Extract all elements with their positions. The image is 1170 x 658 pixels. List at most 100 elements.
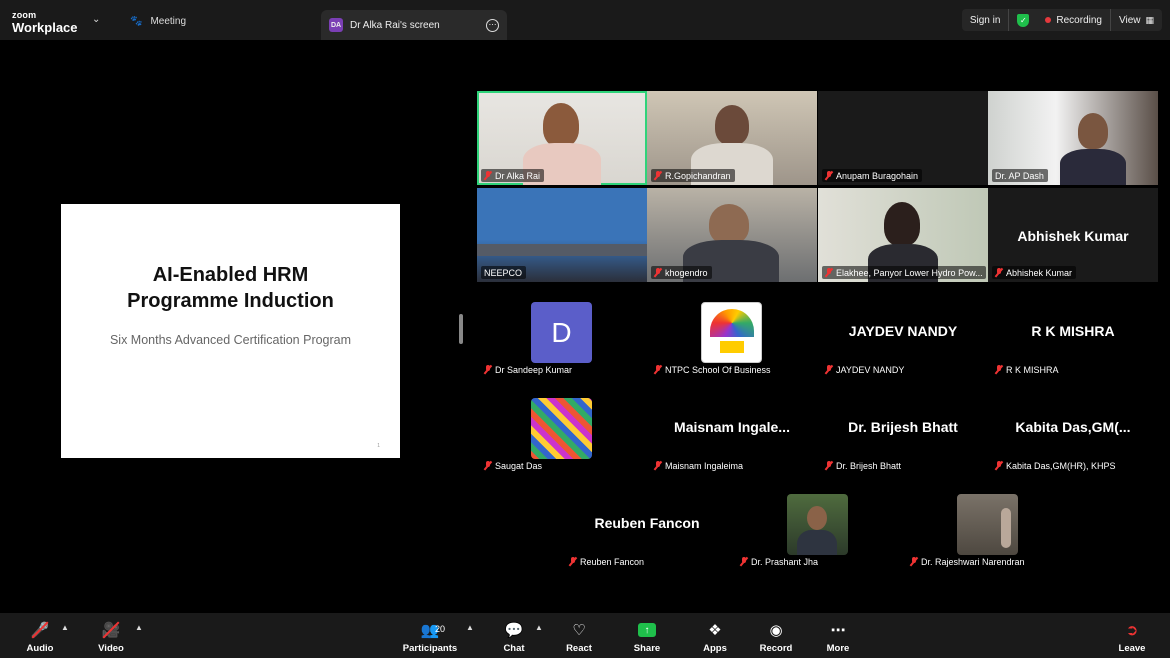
- participant-display-name: JAYDEV NANDY: [848, 323, 958, 339]
- participant-name-tag: JAYDEV NANDY: [822, 363, 909, 376]
- more-dots-icon: ⋯: [830, 622, 846, 639]
- mic-off-icon: [484, 461, 492, 470]
- participant-tile[interactable]: NTPC School Of Business: [647, 285, 817, 379]
- mic-off-icon: [995, 365, 1003, 374]
- chat-options-caret-icon[interactable]: ▲: [535, 623, 543, 632]
- participant-name: Maisnam Ingaleima: [665, 460, 744, 471]
- participant-tile[interactable]: Dr. Prashant Jha: [733, 477, 903, 571]
- audio-options-caret-icon[interactable]: ▲: [61, 623, 69, 632]
- react-button[interactable]: ♡ React: [549, 619, 609, 657]
- mic-off-icon: [825, 365, 833, 374]
- share-screen-icon: ↑: [638, 619, 656, 641]
- paw-icon: 🐾: [130, 15, 143, 27]
- video-feed: [1078, 113, 1108, 149]
- participant-tile[interactable]: Reuben Fancon Reuben Fancon: [562, 477, 732, 571]
- chevron-down-icon[interactable]: ⌄: [92, 14, 100, 25]
- participant-tile[interactable]: JAYDEV NANDY JAYDEV NANDY: [818, 285, 988, 379]
- participant-name: R.Gopichandran: [665, 170, 731, 181]
- leave-door-icon: ➲: [1125, 622, 1139, 639]
- shared-screen[interactable]: AI-Enabled HRM Programme Induction Six M…: [5, 204, 457, 458]
- participant-name: Kabita Das,GM(HR), KHPS: [1006, 460, 1116, 471]
- participant-name: NEEPCO: [484, 267, 523, 278]
- participant-tile[interactable]: Dr. Rajeshwari Narendran: [903, 477, 1073, 571]
- participant-tile[interactable]: Anupam Buragohain: [818, 91, 988, 185]
- participant-display-name: Kabita Das,GM(...: [1015, 419, 1131, 435]
- participant-name: Abhishek Kumar: [1006, 267, 1073, 278]
- top-bar: zoom Workplace ⌄ 🐾 Meeting DA Dr Alka Ra…: [0, 0, 1170, 40]
- participant-name: Dr. Rajeshwari Narendran: [921, 556, 1025, 567]
- record-label: Record: [759, 643, 793, 654]
- participant-tile[interactable]: khogendro: [647, 188, 817, 282]
- participant-tile[interactable]: Abhishek Kumar Abhishek Kumar: [988, 188, 1158, 282]
- video-feed: [709, 204, 749, 244]
- video-button[interactable]: 🎥 Video: [81, 619, 141, 657]
- audio-label: Audio: [26, 643, 54, 654]
- participant-name-tag: Reuben Fancon: [566, 555, 649, 568]
- participant-name-tag: Saugat Das: [481, 459, 547, 472]
- participant-name: Saugat Das: [495, 460, 543, 471]
- mic-off-icon: [995, 461, 1003, 470]
- participant-name-tag: Elakhee, Panyor Lower Hydro Pow...: [822, 266, 986, 279]
- more-button[interactable]: ⋯ More: [808, 619, 868, 657]
- participant-tile[interactable]: Saugat Das: [477, 381, 647, 475]
- more-label: More: [826, 643, 850, 654]
- participant-name-tag: Kabita Das,GM(HR), KHPS: [992, 459, 1120, 472]
- mic-off-icon: [654, 171, 662, 180]
- video-label: Video: [98, 643, 124, 654]
- video-feed: [477, 244, 647, 256]
- participant-tile[interactable]: NEEPCO: [477, 188, 647, 282]
- participant-tile[interactable]: D Dr Sandeep Kumar: [477, 285, 647, 379]
- resize-handle[interactable]: [459, 314, 463, 344]
- participant-name: Reuben Fancon: [580, 556, 645, 567]
- chat-label: Chat: [503, 643, 525, 654]
- participant-name-tag: Dr. AP Dash: [992, 169, 1048, 182]
- participant-tile[interactable]: Dr. AP Dash: [988, 91, 1158, 185]
- participant-tile[interactable]: Elakhee, Panyor Lower Hydro Pow...: [818, 188, 988, 282]
- recording-label: Recording: [1056, 14, 1102, 26]
- sign-in-button[interactable]: Sign in: [962, 9, 1009, 31]
- zoom-workplace-logo[interactable]: zoom Workplace: [12, 11, 78, 35]
- participant-tile[interactable]: Dr. Brijesh Bhatt Dr. Brijesh Bhatt: [818, 381, 988, 475]
- share-button[interactable]: ↑ Share: [617, 619, 677, 657]
- participant-tile[interactable]: Dr Alka Rai: [477, 91, 647, 185]
- participant-tile[interactable]: Maisnam Ingale... Maisnam Ingaleima: [647, 381, 817, 475]
- apps-button[interactable]: ❖ Apps: [685, 619, 745, 657]
- record-button[interactable]: ◉ Record: [746, 619, 806, 657]
- participant-name-tag: Maisnam Ingaleima: [651, 459, 748, 472]
- participants-options-caret-icon[interactable]: ▲: [466, 623, 474, 632]
- participant-name-tag: khogendro: [651, 266, 712, 279]
- participant-name-tag: Abhishek Kumar: [992, 266, 1077, 279]
- participant-name-tag: Dr. Brijesh Bhatt: [822, 459, 906, 472]
- video-options-caret-icon[interactable]: ▲: [135, 623, 143, 632]
- participant-name: Dr. Brijesh Bhatt: [836, 460, 902, 471]
- participant-tile[interactable]: Kabita Das,GM(... Kabita Das,GM(HR), KHP…: [988, 381, 1158, 475]
- mic-off-icon: [654, 268, 662, 277]
- participant-name: Dr. Prashant Jha: [751, 556, 819, 567]
- video-feed: [715, 105, 749, 145]
- shield-check-icon: ✓: [1017, 13, 1030, 27]
- participant-name-tag: Anupam Buragohain: [822, 169, 923, 182]
- participant-name-tag: R K MISHRA: [992, 363, 1063, 376]
- participants-button[interactable]: 👥 20 Participants: [400, 619, 460, 657]
- participant-name-tag: NEEPCO: [481, 266, 527, 279]
- video-feed: [884, 202, 920, 246]
- more-options-icon[interactable]: ⋯: [486, 18, 499, 32]
- slide-title: AI-Enabled HRM Programme Induction: [127, 264, 334, 312]
- recording-indicator[interactable]: Recording: [1037, 9, 1110, 31]
- tab-meeting[interactable]: 🐾 Meeting: [126, 10, 190, 32]
- meeting-toolbar: 🎤 Audio ▲ 🎥 Video ▲ 👥 20 Participants ▲ …: [0, 613, 1170, 658]
- leave-button[interactable]: ➲ Leave: [1102, 619, 1162, 657]
- participant-tile[interactable]: R K MISHRA R K MISHRA: [988, 285, 1158, 379]
- grid-icon: ▦: [1145, 14, 1154, 25]
- apps-label: Apps: [703, 643, 727, 654]
- view-button[interactable]: View ▦: [1111, 9, 1162, 31]
- avatar: [531, 398, 592, 459]
- participant-name-tag: Dr. Rajeshwari Narendran: [907, 555, 1029, 568]
- mic-off-icon: [740, 557, 748, 566]
- participant-tile[interactable]: R.Gopichandran: [647, 91, 817, 185]
- encryption-shield[interactable]: ✓: [1009, 9, 1037, 31]
- participant-display-name: Reuben Fancon: [594, 515, 700, 531]
- microphone-muted-icon: 🎤: [31, 619, 49, 641]
- participant-name-tag: NTPC School Of Business: [651, 363, 775, 376]
- tab-shared-screen[interactable]: DA Dr Alka Rai's screen ⋯: [321, 10, 507, 40]
